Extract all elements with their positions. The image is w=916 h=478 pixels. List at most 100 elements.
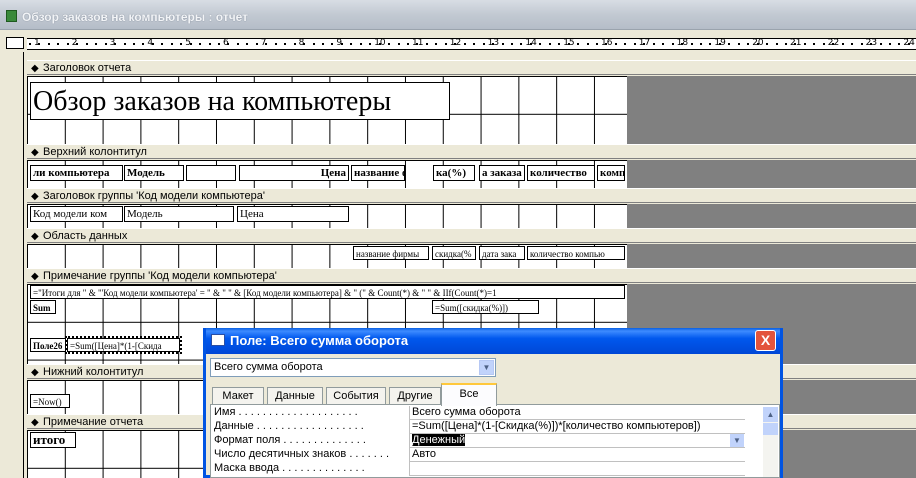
tab-layout[interactable]: Макет [212,387,264,405]
ruler-tick [274,43,277,45]
header-label[interactable]: Цена [239,165,349,181]
property-sheet[interactable]: Имя . . . . . . . . . . . . . . . . . . … [210,404,780,478]
horizontal-ruler[interactable]: 123456789101112131415161718192021222324 [27,38,916,50]
header-label[interactable]: Модель [124,165,184,181]
ruler-tick [832,43,835,45]
property-value[interactable] [409,462,745,476]
now-field[interactable]: =Now() [30,394,70,408]
property-value[interactable]: Всего сумма оборота [409,406,745,420]
section-report-header[interactable]: Обзор заказов на компьютеры [27,76,916,144]
dialog-titlebar[interactable]: Поле: Всего сумма оборота X [206,328,780,354]
section-bar-page-header[interactable]: ◆ Верхний колонтитул [27,144,916,159]
header-label-empty[interactable] [186,165,236,181]
sum-label[interactable]: Sum [30,300,56,314]
section-bar-group-footer[interactable]: ◆ Примечание группы 'Код модели компьюте… [27,268,916,283]
property-row[interactable]: Число десятичных знаков . . . . . . . Ав… [214,448,745,462]
group-field[interactable]: Цена [237,206,349,222]
report-title-label[interactable]: Обзор заказов на компьютеры [30,82,450,120]
detail-field[interactable]: название фирмы [353,246,429,260]
section-bar-group-header[interactable]: ◆ Заголовок группы 'Код модели компьютер… [27,188,916,203]
ruler-tick [548,43,551,45]
window-titlebar[interactable]: Обзор заказов на компьютеры : отчет [0,0,916,30]
property-value[interactable]: Авто [409,448,745,462]
object-select[interactable]: Всего сумма оборота ▼ [210,358,496,377]
dialog-title: Поле: Всего сумма оборота [230,333,409,348]
ruler-tick [227,43,230,45]
section-page-header[interactable]: ли компьютера Модель Цена название фи ка… [27,160,916,188]
ruler-tick [577,43,580,45]
ruler-tick [662,43,665,45]
field26-selected-control[interactable]: =Sum([Цена]*(1-[Скида [65,336,182,354]
ruler-tick [463,43,466,45]
scroll-up-icon[interactable]: ▲ [763,407,778,422]
section-detail[interactable]: название фирмы скидка(% дата зака количе… [27,244,916,268]
tab-data[interactable]: Данные [267,387,323,405]
chevron-down-icon[interactable]: ▼ [479,360,494,375]
total-label[interactable]: итого [30,432,76,448]
ruler-tick [359,43,362,45]
ruler-tick [728,43,731,45]
field26-label[interactable]: Поле26 [30,338,66,352]
ruler-tick [699,43,702,45]
detail-field[interactable]: скидка(% [432,246,476,260]
ruler-tick [104,43,107,45]
vertical-scrollbar[interactable]: ▲ [763,407,778,477]
header-label[interactable]: комп [597,165,625,181]
detail-field[interactable]: дата зака [479,246,525,260]
tab-all[interactable]: Все [441,383,497,406]
group-summary-expression[interactable]: ="Итоги для " & "'Код модели компьютера'… [30,285,625,299]
section-bar-report-header[interactable]: ◆ Заголовок отчета [27,60,916,75]
property-row[interactable]: Маска ввода . . . . . . . . . . . . . . [214,462,745,476]
ruler-tick [85,43,88,45]
ruler-tick [681,43,684,45]
detail-field[interactable]: количество компью [527,246,625,260]
ruler-tick [813,43,816,45]
ruler-tick [199,43,202,45]
section-group-header[interactable]: Код модели ком Модель Цена [27,204,916,228]
scroll-thumb[interactable] [763,423,778,435]
ruler-tick [624,43,627,45]
ruler-tick [378,43,381,45]
ruler-tick [652,43,655,45]
property-value[interactable]: =Sum([Цена]*(1-[Скидка(%)])*[количество … [409,420,745,434]
ruler-tick [293,43,296,45]
header-label[interactable]: ли компьютера [30,165,123,181]
section-label: Примечание отчета [43,416,144,428]
ruler-tick [151,43,154,45]
ruler-tick [416,43,419,45]
ruler-corner-selector[interactable] [6,37,24,49]
tab-events[interactable]: События [326,387,386,405]
close-button[interactable]: X [755,330,776,351]
tab-other[interactable]: Другие [389,387,441,405]
ruler-tick [822,43,825,45]
header-label[interactable]: ка(%) [433,165,475,181]
section-bar-detail[interactable]: ◆ Область данных [27,228,916,243]
ruler-tick [340,43,343,45]
header-label[interactable]: количество [527,165,595,181]
object-select-value: Всего сумма оборота [214,361,323,373]
property-row[interactable]: Формат поля . . . . . . . . . . . . . . … [214,434,745,448]
header-label[interactable]: а заказа [479,165,525,181]
group-field[interactable]: Модель [124,206,234,222]
sum-discount-field[interactable]: =Sum([скидка(%)]) [432,300,539,314]
section-label: Нижний колонтитул [43,366,144,378]
ruler-tick [435,43,438,45]
property-value-format[interactable]: Денежный [409,434,745,448]
ruler-tick [737,43,740,45]
ruler-tick [208,43,211,45]
ruler-tick [312,43,315,45]
section-arrow-icon: ◆ [31,367,39,378]
property-row[interactable]: Данные . . . . . . . . . . . . . . . . .… [214,420,745,434]
ruler-tick [265,43,268,45]
window-title: Обзор заказов на компьютеры : отчет [22,10,249,24]
ruler-tick [482,43,485,45]
group-field[interactable]: Код модели ком [30,206,123,222]
property-row[interactable]: Имя . . . . . . . . . . . . . . . . . . … [214,406,745,420]
chevron-down-icon[interactable]: ▼ [730,434,744,447]
vertical-ruler[interactable] [6,52,24,478]
ruler-tick [161,43,164,45]
ruler-tick [321,43,324,45]
properties-dialog[interactable]: Поле: Всего сумма оборота X Всего сумма … [203,328,783,478]
section-label: Примечание группы 'Код модели компьютера… [43,270,277,282]
header-label[interactable]: название фи [351,165,405,181]
